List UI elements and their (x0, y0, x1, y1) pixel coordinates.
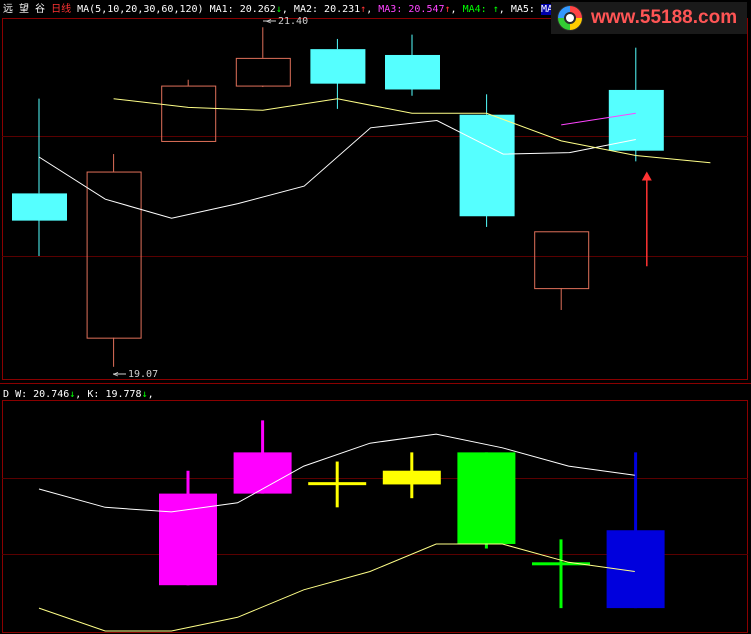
indicator-bar-yellow (382, 470, 441, 485)
ma-params: MA(5,10,20,30,60,120) (77, 4, 204, 15)
header-bar: 远 望 谷 日线 MA(5,10,20,30,60,120) MA1: 20.2… (3, 4, 560, 15)
high-price-label: 21.40 (278, 16, 308, 27)
w-value: 20.746 (33, 389, 70, 400)
indicator-bar-green (457, 452, 516, 544)
candle-down-body (608, 89, 664, 151)
ma4-label: MA4: (462, 4, 487, 15)
indicator-bar-magenta (233, 452, 292, 494)
period-label[interactable]: 日线 (51, 4, 71, 15)
ma3-value: 20.547 (408, 4, 445, 15)
candle-down-body (459, 114, 515, 217)
low-price-label: 19.07 (128, 369, 158, 380)
stock-name: 远 望 谷 (3, 4, 46, 15)
candle-down-body (12, 193, 67, 221)
candle-down-body (385, 54, 440, 90)
stock-chart-canvas: < 21.40 < 19.07 (0, 0, 751, 634)
k-value: 19.778 (105, 389, 142, 400)
sub-prefix: D (3, 389, 10, 400)
watermark-url: www.55188.com (591, 7, 738, 28)
ma1-label: MA1: (209, 4, 234, 15)
sub-header-bar: D W: 20.746↓, K: 19.778↓, (3, 389, 154, 400)
svg-text:<: < (266, 17, 272, 27)
ma2-label: MA2: (293, 4, 319, 15)
logo-swirl-icon (557, 5, 583, 31)
ma1-value: 20.262 (239, 4, 276, 15)
w-label: W: (15, 389, 28, 400)
candle-down-body (310, 49, 366, 84)
ma3-label: MA3: (378, 4, 403, 15)
watermark-logo: www.55188.com (551, 2, 747, 34)
k-label: K: (87, 389, 100, 400)
indicator-bar-yellow (308, 482, 367, 486)
svg-text:<: < (113, 370, 119, 380)
ma2-value: 20.231 (324, 4, 361, 15)
indicator-bar-magenta (159, 493, 217, 586)
high-price-annotation: < 21.40 (263, 16, 308, 27)
ma5-label: MA5: (510, 4, 535, 15)
